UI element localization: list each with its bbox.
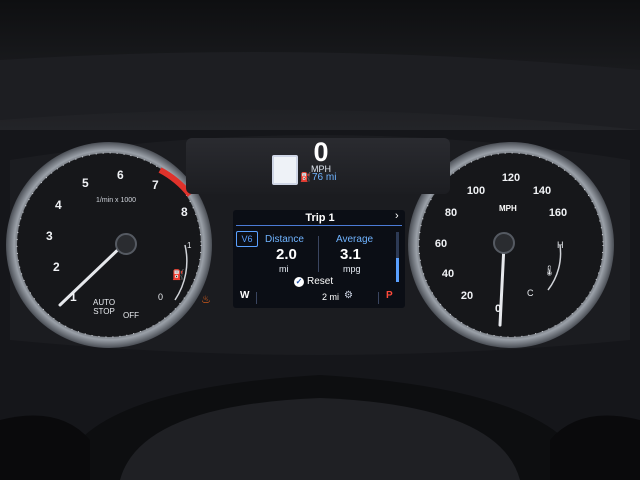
fuel-empty-label: 0 [158, 292, 164, 302]
tach-tick-3: 3 [46, 229, 53, 243]
tach-tick-6: 6 [117, 168, 124, 182]
status-bar [233, 288, 405, 308]
status-divider [378, 292, 379, 304]
check-icon: ✓ [294, 277, 304, 287]
average-value: 3.1 [340, 246, 361, 263]
coolant-temp-icon: 🌡 [543, 266, 556, 277]
temp-cold-label: C [527, 288, 534, 298]
tach-tick-8: 8 [181, 205, 188, 219]
fuel-range: 76 mi [312, 172, 337, 183]
awd-icon: ⚙ [344, 290, 353, 301]
speed-tick-40: 40 [441, 268, 455, 280]
speed-tick-0: 0 [494, 303, 502, 315]
speed-tick-20: 20 [460, 290, 474, 302]
trip-title: Trip 1 [305, 212, 335, 224]
speed-tick-100: 100 [466, 185, 486, 197]
auto-stop-label: AUTO STOP [93, 298, 116, 316]
average-unit: mpg [343, 264, 361, 274]
distance-unit: mi [279, 264, 289, 274]
distance-value: 2.0 [276, 246, 297, 263]
gear-indicator: P [386, 290, 393, 301]
speed-tick-80: 80 [444, 207, 458, 219]
door-open-icon [272, 155, 298, 185]
engine-mode-badge: V6 [236, 231, 258, 247]
fuel-full-label: 1 [187, 241, 192, 250]
odometer: 2 mi [322, 292, 340, 302]
tach-tick-5: 5 [82, 176, 89, 190]
tach-tick-1: 1 [70, 290, 77, 304]
tach-tick-2: 2 [53, 260, 60, 274]
fuel-economy-bar-fill [396, 258, 399, 282]
fuel-pump-icon: ⛽ [300, 172, 312, 182]
speed-tick-140: 140 [532, 185, 552, 197]
title-divider [236, 225, 402, 226]
trip-column-divider [318, 236, 319, 272]
next-page-chevron-icon[interactable]: › [395, 210, 399, 222]
reset-button[interactable]: ✓ Reset [294, 276, 333, 287]
average-label: Average [336, 234, 374, 245]
rpm-unit-note: 1/min x 1000 [96, 197, 137, 204]
distance-label: Distance [265, 234, 304, 245]
speedometer-unit: MPH [499, 204, 517, 213]
tach-tick-7: 7 [152, 178, 159, 192]
speed-tick-160: 160 [548, 207, 568, 219]
speed-tick-60: 60 [434, 238, 448, 250]
auto-stop-off-label: OFF [123, 311, 139, 320]
tach-tick-4: 4 [55, 198, 62, 212]
temp-hot-label: H [557, 240, 564, 250]
status-divider [256, 292, 257, 304]
engine-warning-icon: ♨ [201, 294, 211, 306]
speed-tick-120: 120 [501, 172, 521, 184]
fuel-icon: ⛽ [172, 270, 185, 281]
drive-mode-indicator: W [240, 290, 250, 301]
reset-label: Reset [307, 276, 334, 287]
